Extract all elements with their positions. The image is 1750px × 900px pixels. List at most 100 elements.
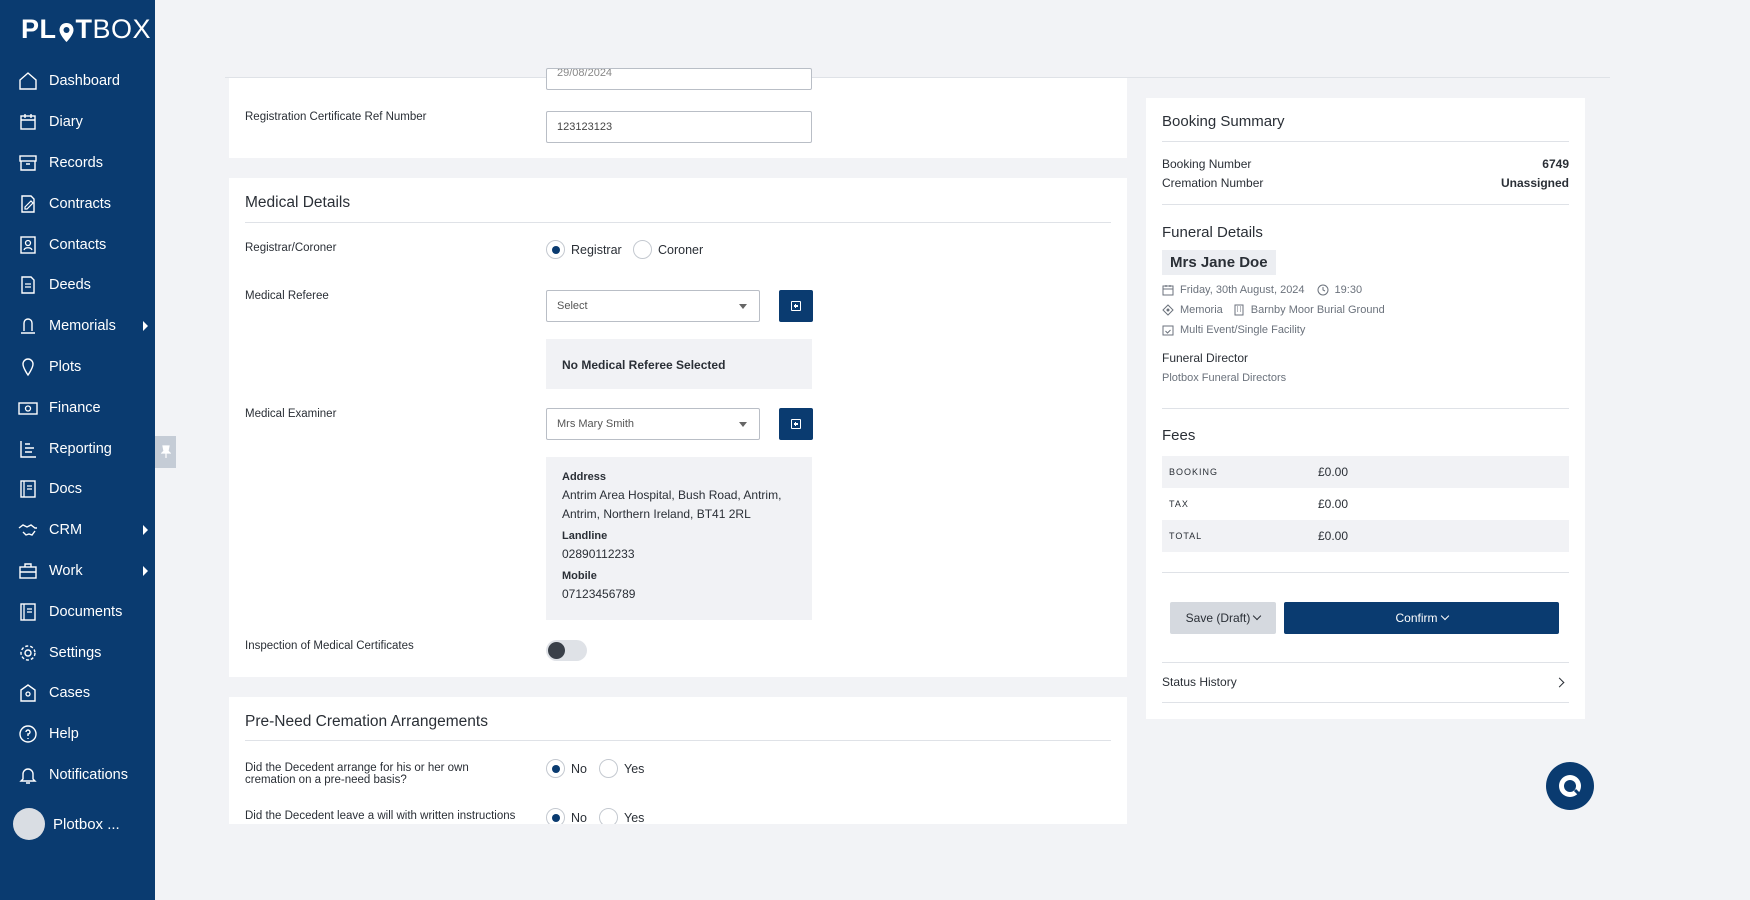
gear-icon <box>17 642 39 664</box>
caret-right-icon <box>143 525 148 536</box>
chevron-right-icon <box>1554 677 1565 687</box>
divider <box>1162 702 1569 703</box>
plotbox-logo[interactable]: PL T BOX <box>21 14 151 45</box>
sidebar-item-label: Documents <box>49 603 123 620</box>
sidebar-item-label: Docs <box>49 481 83 498</box>
medical-examiner-label: Medical Examiner <box>245 408 337 420</box>
preneed-q1-no[interactable]: No <box>546 759 587 778</box>
radio-yes-label: Yes <box>624 761 645 776</box>
divider <box>1162 141 1569 142</box>
logo-text-a: PL <box>21 14 57 44</box>
sidebar-nav: Dashboard Diary Records Contracts Contacts De… <box>3 61 158 795</box>
sidebar-item-label: CRM <box>49 522 83 539</box>
sidebar-item-cases[interactable]: Cases <box>3 673 158 714</box>
fee-label: TOTAL <box>1169 531 1203 541</box>
sidebar-item-label: Work <box>49 562 83 579</box>
radio-no-label: No <box>571 810 587 825</box>
user-name: Plotbox ... <box>53 815 120 833</box>
funeral-location: Barnby Moor Burial Ground <box>1250 304 1385 316</box>
building-icon <box>1233 304 1245 316</box>
support-chat-button[interactable] <box>1546 762 1594 810</box>
medical-referee-empty-box: No Medical Referee Selected <box>546 339 812 389</box>
medical-referee-placeholder: Select <box>557 300 588 312</box>
inspection-toggle[interactable] <box>546 640 587 661</box>
sidebar-item-docs[interactable]: Docs <box>3 469 158 510</box>
fee-row-tax: TAX £0.00 <box>1162 488 1569 520</box>
help-circle-icon <box>17 723 39 745</box>
home-icon <box>17 70 39 92</box>
divider <box>1162 408 1569 409</box>
add-medical-examiner-button[interactable] <box>779 408 813 440</box>
logo-pin-icon <box>58 19 75 42</box>
sidebar-item-label: Diary <box>49 114 83 131</box>
medical-examiner-details: Address Antrim Area Hospital, Bush Road,… <box>546 457 812 620</box>
booking-number-label: Booking Number <box>1162 157 1252 171</box>
sidebar-item-dashboard[interactable]: Dashboard <box>3 61 158 102</box>
sidebar-item-contracts[interactable]: Contracts <box>3 183 158 224</box>
sidebar-item-memorials[interactable]: Memorials <box>3 306 158 347</box>
calendar-check-icon <box>1162 324 1174 336</box>
status-history-row[interactable]: Status History <box>1162 664 1569 700</box>
sidebar-item-notifications[interactable]: Notifications <box>3 755 158 796</box>
sidebar-item-crm[interactable]: CRM <box>3 510 158 551</box>
sidebar-item-records[interactable]: Records <box>3 143 158 184</box>
sidebar-item-reporting[interactable]: Reporting <box>3 428 158 469</box>
handshake-icon <box>17 519 39 541</box>
clock-icon <box>1317 284 1329 296</box>
preneed-q1-line1: Did the Decedent arrange for his or her … <box>245 762 469 774</box>
funeral-details-title: Funeral Details <box>1162 224 1263 241</box>
sidebar-item-deeds[interactable]: Deeds <box>3 265 158 306</box>
medical-referee-select[interactable]: Select <box>546 290 760 322</box>
address-label: Address <box>562 471 607 483</box>
cremation-number-label: Cremation Number <box>1162 176 1264 190</box>
fee-value: £0.00 <box>1318 497 1349 511</box>
add-medical-referee-button[interactable] <box>779 290 813 322</box>
radio-registrar[interactable]: Registrar <box>546 240 622 259</box>
inspection-label: Inspection of Medical Certificates <box>245 640 414 652</box>
landline-label: Landline <box>562 530 608 542</box>
cert-ref-input[interactable]: 123123123 <box>546 111 812 143</box>
logo-text-b: T <box>75 14 93 44</box>
add-icon <box>791 301 801 311</box>
map-pin-icon <box>17 356 39 378</box>
pin-sidebar-button[interactable] <box>155 436 176 468</box>
medical-examiner-select[interactable]: Mrs Mary Smith <box>546 408 760 440</box>
confirm-button[interactable]: Confirm <box>1284 602 1559 634</box>
sidebar-item-diary[interactable]: Diary <box>3 102 158 143</box>
booking-number-row: Booking Number 6749 <box>1162 157 1569 171</box>
cremation-number-row: Cremation Number Unassigned <box>1162 176 1569 190</box>
funeral-date: Friday, 30th August, 2024 <box>1180 284 1305 296</box>
sidebar-item-plots[interactable]: Plots <box>3 347 158 388</box>
sidebar-item-help[interactable]: Help <box>3 714 158 755</box>
radio-yes-label: Yes <box>624 810 645 825</box>
case-icon <box>17 682 39 704</box>
sidebar-item-settings[interactable]: Settings <box>3 632 158 673</box>
fee-value: £0.00 <box>1318 529 1349 543</box>
sidebar: PL T BOX Dashboard Diary Records Contracts C… <box>0 0 155 900</box>
radio-coroner-dot <box>633 240 652 259</box>
sidebar-item-documents[interactable]: Documents <box>3 591 158 632</box>
sidebar-item-label: Deeds <box>49 277 91 294</box>
event-type: Multi Event/Single Facility <box>1180 324 1306 336</box>
registration-card: 29/08/2024 Registration Certificate Ref … <box>229 68 1127 158</box>
preneed-q1-yes[interactable]: Yes <box>599 759 644 778</box>
preneed-q2-label: Did the Decedent leave a will with writt… <box>245 810 516 822</box>
book-icon <box>17 601 39 623</box>
sidebar-item-label: Contacts <box>49 236 107 253</box>
funeral-location-row: Memoria Barnby Moor Burial Ground <box>1162 304 1385 316</box>
sidebar-item-finance[interactable]: Finance <box>3 387 158 428</box>
funeral-time: 19:30 <box>1334 284 1363 296</box>
registration-date-input[interactable]: 29/08/2024 <box>546 68 812 90</box>
contact-card-icon <box>17 234 39 256</box>
save-draft-button[interactable]: Save (Draft) <box>1170 602 1276 634</box>
user-menu[interactable]: Plotbox ... <box>13 808 120 840</box>
sidebar-item-contacts[interactable]: Contacts <box>3 224 158 265</box>
radio-coroner[interactable]: Coroner <box>633 240 703 259</box>
fee-value: £0.00 <box>1318 465 1349 479</box>
radio-registrar-label: Registrar <box>571 242 622 257</box>
booking-summary-panel: Booking Summary Booking Number 6749 Crem… <box>1146 98 1585 719</box>
pin-icon <box>160 445 171 458</box>
registrar-coroner-label: Registrar/Coroner <box>245 242 337 254</box>
sidebar-item-work[interactable]: Work <box>3 551 158 592</box>
chart-icon <box>17 438 39 460</box>
